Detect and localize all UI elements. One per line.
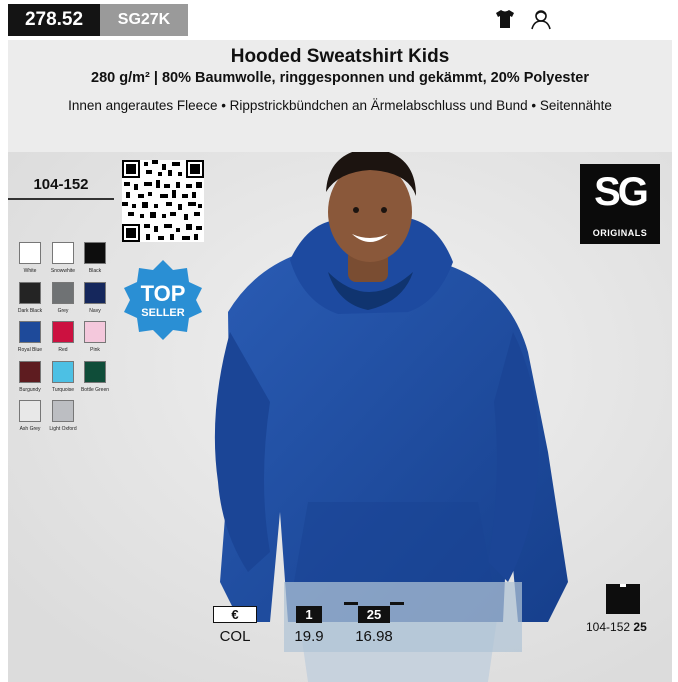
qty-tier-2: 25	[358, 606, 390, 623]
color-swatch-label: Turquoise	[51, 387, 75, 393]
color-swatch[interactable]	[19, 282, 41, 304]
top-bar: 278.52 SG27K	[0, 0, 678, 40]
color-swatch[interactable]	[52, 321, 74, 343]
price-tier-2: 16.98	[355, 628, 393, 645]
top-seller-badge: TOP SELLER	[124, 260, 202, 340]
carton-icon	[606, 584, 640, 614]
badge-line1: TOP	[141, 281, 186, 306]
brand-logo-sub: ORIGINALS	[592, 228, 648, 238]
size-range: 104-152	[33, 176, 89, 193]
features-line: Innen angerautes Fleece • Rippstrickbünd…	[68, 98, 612, 113]
color-swatch-label: Ash Grey	[19, 426, 41, 432]
color-swatch[interactable]	[84, 242, 106, 264]
color-swatch-label: Pink	[90, 347, 100, 353]
product-header: Hooded Sweatshirt Kids 280 g/m² | 80% Ba…	[8, 40, 672, 152]
currency-box: €	[213, 606, 257, 623]
color-swatch-label: Light Oxford	[49, 426, 77, 432]
color-swatch[interactable]	[84, 361, 106, 383]
qty-tier-2-wing-left	[344, 602, 358, 605]
size-divider	[8, 198, 114, 200]
color-swatch-label: Grey	[57, 308, 69, 314]
qr-code-graphic	[122, 160, 204, 242]
color-swatch[interactable]	[84, 321, 106, 343]
brand-logo: SG ORIGINALS	[580, 164, 660, 244]
color-swatch[interactable]	[52, 242, 74, 264]
carton-info: 104-152 25	[586, 620, 666, 634]
color-swatch-label: Burgundy	[19, 387, 41, 393]
color-swatch[interactable]	[19, 400, 41, 422]
product-title: Hooded Sweatshirt Kids	[230, 46, 450, 67]
color-swatch-label: Black	[88, 268, 102, 274]
carton-notch	[620, 584, 626, 587]
column-label: COL	[219, 628, 251, 645]
color-swatch-label: Dark Black	[17, 308, 43, 314]
color-swatch-label: Red	[58, 347, 68, 353]
qty-tier-2-wing-right	[390, 602, 404, 605]
qr-code[interactable]	[122, 160, 204, 242]
color-swatch[interactable]	[84, 282, 106, 304]
article-number: 278.52	[8, 4, 100, 36]
carton-sizes: 104-152	[586, 620, 631, 634]
price-tier-1: 19.9	[294, 628, 324, 645]
badge-line2: SELLER	[141, 307, 184, 319]
style-code: SG27K	[100, 4, 188, 36]
color-swatch[interactable]	[52, 282, 74, 304]
color-swatch-label: Navy	[89, 308, 101, 314]
color-swatch-label: White	[23, 268, 37, 274]
color-swatch-label: Snowwhite	[50, 268, 76, 274]
color-swatch[interactable]	[19, 361, 41, 383]
carton-qty: 25	[633, 620, 647, 634]
color-swatch[interactable]	[19, 242, 41, 264]
tshirt-icon	[496, 10, 514, 28]
color-swatch[interactable]	[19, 321, 41, 343]
qty-tier-1: 1	[296, 606, 322, 623]
color-swatch-label: Royal Blue	[17, 347, 43, 353]
material-line: 280 g/m² | 80% Baumwolle, ringgesponnen …	[91, 70, 589, 86]
brand-logo-text: SG	[594, 170, 649, 214]
kids-head-icon	[531, 10, 551, 30]
color-swatch[interactable]	[52, 361, 74, 383]
color-swatch-label: Bottle Green	[80, 387, 110, 393]
color-swatch[interactable]	[52, 400, 74, 422]
